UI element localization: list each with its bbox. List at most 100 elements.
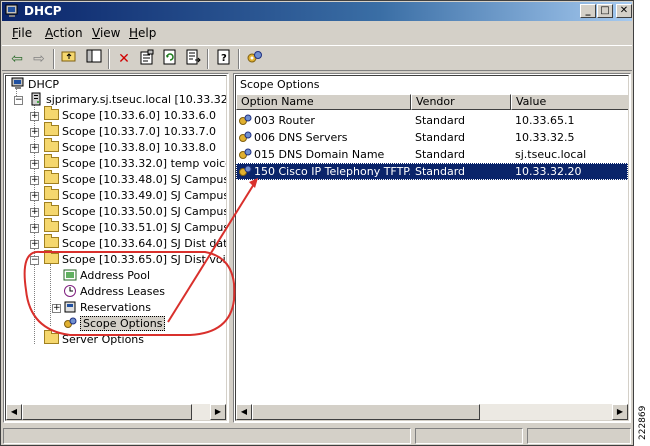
refresh-icon[interactable]	[160, 49, 180, 69]
tree-node-scope[interactable]: Scope [10.33.48.0] SJ Campus Da	[44, 170, 226, 188]
value-cell: 10.33.65.1	[515, 114, 575, 127]
details-pane: Scope Options Option Name Vendor Value 0…	[233, 73, 631, 423]
option-row[interactable]: 015 DNS Domain Name Standard sj.tseuc.loca…	[236, 146, 628, 163]
tree-node-server[interactable]: sjprimary.sj.tseuc.local [10.33.32.5]	[28, 92, 226, 108]
dhcp-option-icon	[238, 130, 252, 144]
option-row[interactable]: 006 DNS Servers Standard 10.33.32.5	[236, 129, 628, 146]
maximize-button[interactable]: □	[597, 4, 613, 18]
tree-root-dhcp[interactable]: DHCP	[10, 77, 59, 93]
tree-expand-scope[interactable]: +	[30, 112, 39, 121]
tree-expand-reservations[interactable]: +	[52, 304, 61, 313]
tree-expand-scope[interactable]: +	[30, 192, 39, 201]
scroll-thumb[interactable]	[252, 404, 480, 420]
forward-icon[interactable]: ⇨	[29, 49, 49, 69]
menu-bar: File Action View Help	[2, 23, 632, 43]
tree-expand-scope[interactable]: +	[30, 128, 39, 137]
scroll-left-button[interactable]: ◀	[6, 404, 22, 420]
option-name-cell: 015 DNS Domain Name	[238, 146, 410, 163]
column-vendor[interactable]: Vendor	[411, 94, 511, 110]
dhcp-option-icon	[238, 164, 252, 178]
menu-help[interactable]: Help	[129, 26, 156, 40]
scroll-left-button[interactable]: ◀	[236, 404, 252, 420]
tree-node-scope[interactable]: Scope [10.33.51.0] SJ Campus Vo	[44, 218, 226, 236]
status-cell-secondary	[415, 428, 523, 444]
option-name-cell: 006 DNS Servers	[238, 129, 410, 146]
scroll-right-button[interactable]: ▶	[210, 404, 226, 420]
show-hide-tree-icon[interactable]	[84, 49, 104, 69]
address-pool-icon	[62, 268, 77, 282]
back-icon[interactable]: ⇦	[7, 49, 27, 69]
column-option-name[interactable]: Option Name	[236, 94, 411, 110]
option-name-cell: 150 Cisco IP Telephony TFTP...	[238, 163, 410, 180]
tree-node-reservations[interactable]: Reservations	[62, 300, 151, 316]
toolbar-separator	[207, 49, 209, 69]
folder-icon	[44, 234, 59, 248]
tree-node-scope-options[interactable]: Scope Options	[62, 316, 166, 332]
reservations-icon	[62, 300, 77, 314]
details-horizontal-scrollbar[interactable]: ◀ ▶	[236, 404, 628, 420]
properties-icon[interactable]	[137, 49, 157, 69]
tree-node-scope[interactable]: Scope [10.33.32.0] temp voice sc	[44, 154, 226, 172]
tree-expand-scope[interactable]: +	[30, 160, 39, 169]
option-name-cell: 003 Router	[238, 112, 410, 129]
tree-node-scope[interactable]: Scope [10.33.7.0] 10.33.7.0	[44, 122, 216, 140]
status-bar	[3, 426, 633, 445]
console-tree-pane[interactable]: DHCP − sjprimary.sj.tseuc.local [10.33.3…	[3, 73, 229, 423]
tree-node-expanded-scope[interactable]: Scope [10.33.65.0] SJ Dist voice	[44, 250, 226, 268]
tree-expand-scope[interactable]: +	[30, 176, 39, 185]
option-row[interactable]: 003 Router Standard 10.33.65.1	[236, 112, 628, 129]
list-header: Option Name Vendor Value	[236, 94, 628, 110]
option-row[interactable]: 150 Cisco IP Telephony TFTP... Standard 10…	[236, 163, 628, 180]
menu-view[interactable]: View	[92, 26, 120, 40]
tree-node-address-pool[interactable]: Address Pool	[62, 268, 150, 284]
tree-expand-scope[interactable]: +	[30, 144, 39, 153]
delete-icon[interactable]: ✕	[114, 49, 134, 69]
menu-action[interactable]: Action	[45, 26, 83, 40]
tree-node-scope[interactable]: Scope [10.33.8.0] 10.33.8.0	[44, 138, 216, 156]
folder-icon	[44, 138, 59, 152]
tree-node-address-leases[interactable]: Address Leases	[62, 284, 165, 300]
tree-collapse-scope[interactable]: −	[30, 256, 39, 265]
help-icon[interactable]: ?	[214, 49, 234, 69]
tree-node-server-options[interactable]: Server Options	[44, 330, 144, 348]
export-list-icon[interactable]	[183, 49, 203, 69]
up-folder-icon[interactable]	[59, 49, 79, 69]
folder-icon	[44, 106, 59, 120]
close-button[interactable]: ✕	[616, 4, 632, 18]
scroll-thumb[interactable]	[22, 404, 192, 420]
tree-collapse-server[interactable]: −	[14, 96, 23, 105]
tree-expand-scope[interactable]: +	[30, 224, 39, 233]
svg-text:?: ?	[221, 53, 227, 64]
menu-file[interactable]: File	[12, 26, 32, 40]
scroll-right-button[interactable]: ▶	[612, 404, 628, 420]
console-tree: DHCP − sjprimary.sj.tseuc.local [10.33.3…	[5, 75, 227, 421]
toolbar: ⇦ ⇨ ✕ ?	[2, 45, 632, 71]
vendor-cell: Standard	[415, 131, 466, 144]
value-cell: 10.33.32.5	[515, 131, 575, 144]
dhcp-app-icon	[5, 4, 18, 17]
title-bar[interactable]: DHCP _ □ ✕	[2, 2, 632, 21]
status-cell-tertiary	[527, 428, 631, 444]
column-value[interactable]: Value	[511, 94, 628, 110]
tree-horizontal-scrollbar[interactable]: ◀ ▶	[6, 404, 226, 420]
tree-expand-scope[interactable]: +	[30, 208, 39, 217]
scope-options-icon	[62, 316, 77, 330]
toolbar-separator	[238, 49, 240, 69]
dhcp-window: DHCP _ □ ✕ File Action View Help ⇦ ⇨ ✕ ?…	[0, 0, 634, 446]
minimize-button[interactable]: _	[580, 4, 596, 18]
window-title: DHCP	[24, 4, 62, 18]
tree-node-scope[interactable]: Scope [10.33.6.0] 10.33.6.0	[44, 106, 216, 124]
dhcp-options-icon[interactable]	[245, 49, 265, 69]
tree-node-scope[interactable]: Scope [10.33.50.0] SJ Campus Da	[44, 202, 226, 220]
folder-icon	[44, 202, 59, 216]
tree-node-scope[interactable]: Scope [10.33.49.0] SJ Campus Vo	[44, 186, 226, 204]
details-title: Scope Options	[240, 78, 320, 91]
address-leases-icon	[62, 284, 77, 298]
value-cell: 10.33.32.20	[515, 165, 582, 178]
folder-icon	[44, 154, 59, 168]
tree-node-scope[interactable]: Scope [10.33.64.0] SJ Dist data	[44, 234, 226, 252]
vendor-cell: Standard	[415, 148, 466, 161]
tree-expand-scope[interactable]: +	[30, 240, 39, 249]
status-cell-main	[3, 428, 411, 444]
dhcp-root-icon	[10, 77, 25, 91]
